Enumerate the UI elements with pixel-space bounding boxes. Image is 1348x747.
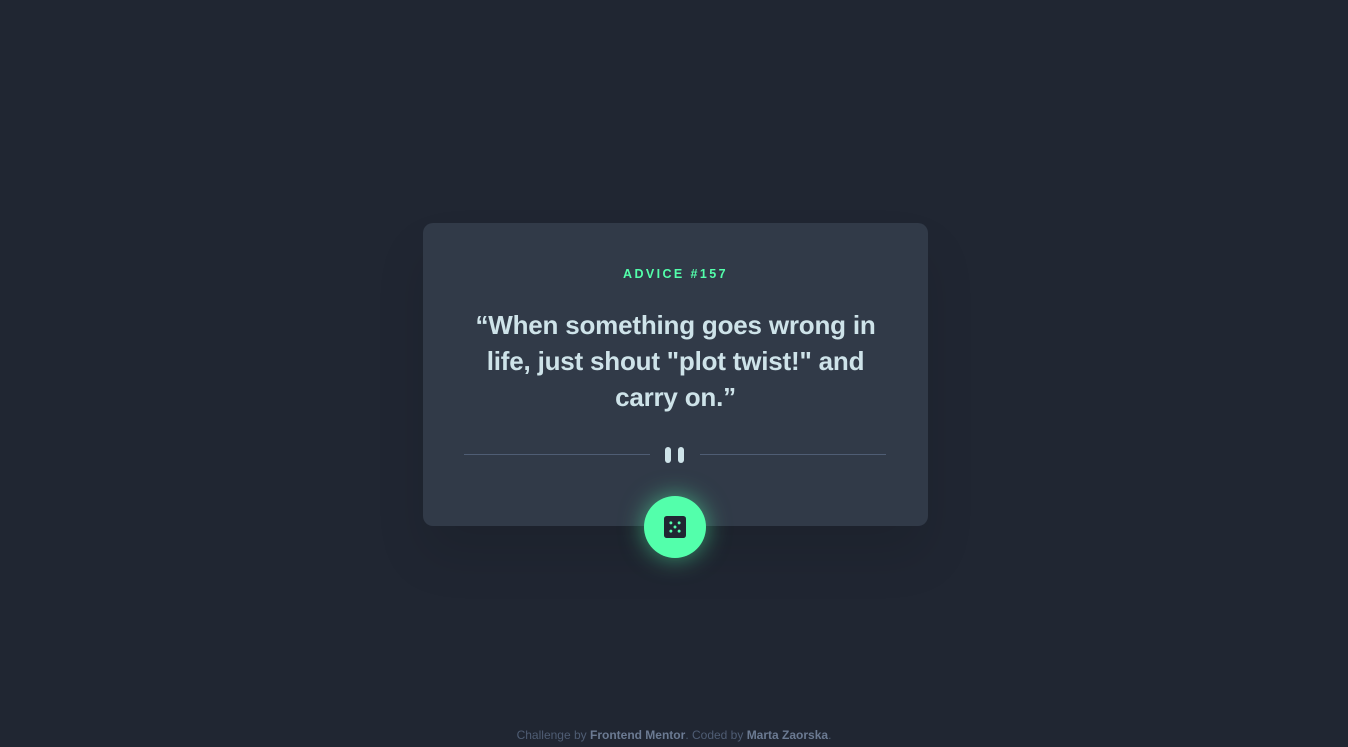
advice-number: ADVICE #157 bbox=[623, 267, 728, 281]
pause-bar-right bbox=[678, 447, 684, 463]
divider bbox=[464, 445, 886, 465]
dice-icon bbox=[664, 516, 686, 538]
frontend-mentor-link[interactable]: Frontend Mentor bbox=[590, 728, 685, 742]
footer-suffix: . bbox=[828, 728, 832, 742]
advice-quote: “When something goes wrong in life, just… bbox=[475, 310, 876, 412]
pause-icon bbox=[665, 447, 685, 463]
attribution-footer: Challenge by Frontend Mentor. Coded by M… bbox=[0, 728, 1348, 742]
pause-bar-left bbox=[665, 447, 671, 463]
author-link[interactable]: Marta Zaorska bbox=[747, 728, 828, 742]
advice-card: ADVICE #157 “When something goes wrong i… bbox=[423, 223, 928, 526]
divider-line-left bbox=[464, 454, 650, 455]
footer-prefix: Challenge by bbox=[516, 728, 590, 742]
footer-middle: . Coded by bbox=[685, 728, 747, 742]
page: ADVICE #157 “When something goes wrong i… bbox=[0, 0, 1348, 747]
divider-line-right bbox=[700, 454, 886, 455]
new-advice-button[interactable] bbox=[644, 496, 706, 558]
